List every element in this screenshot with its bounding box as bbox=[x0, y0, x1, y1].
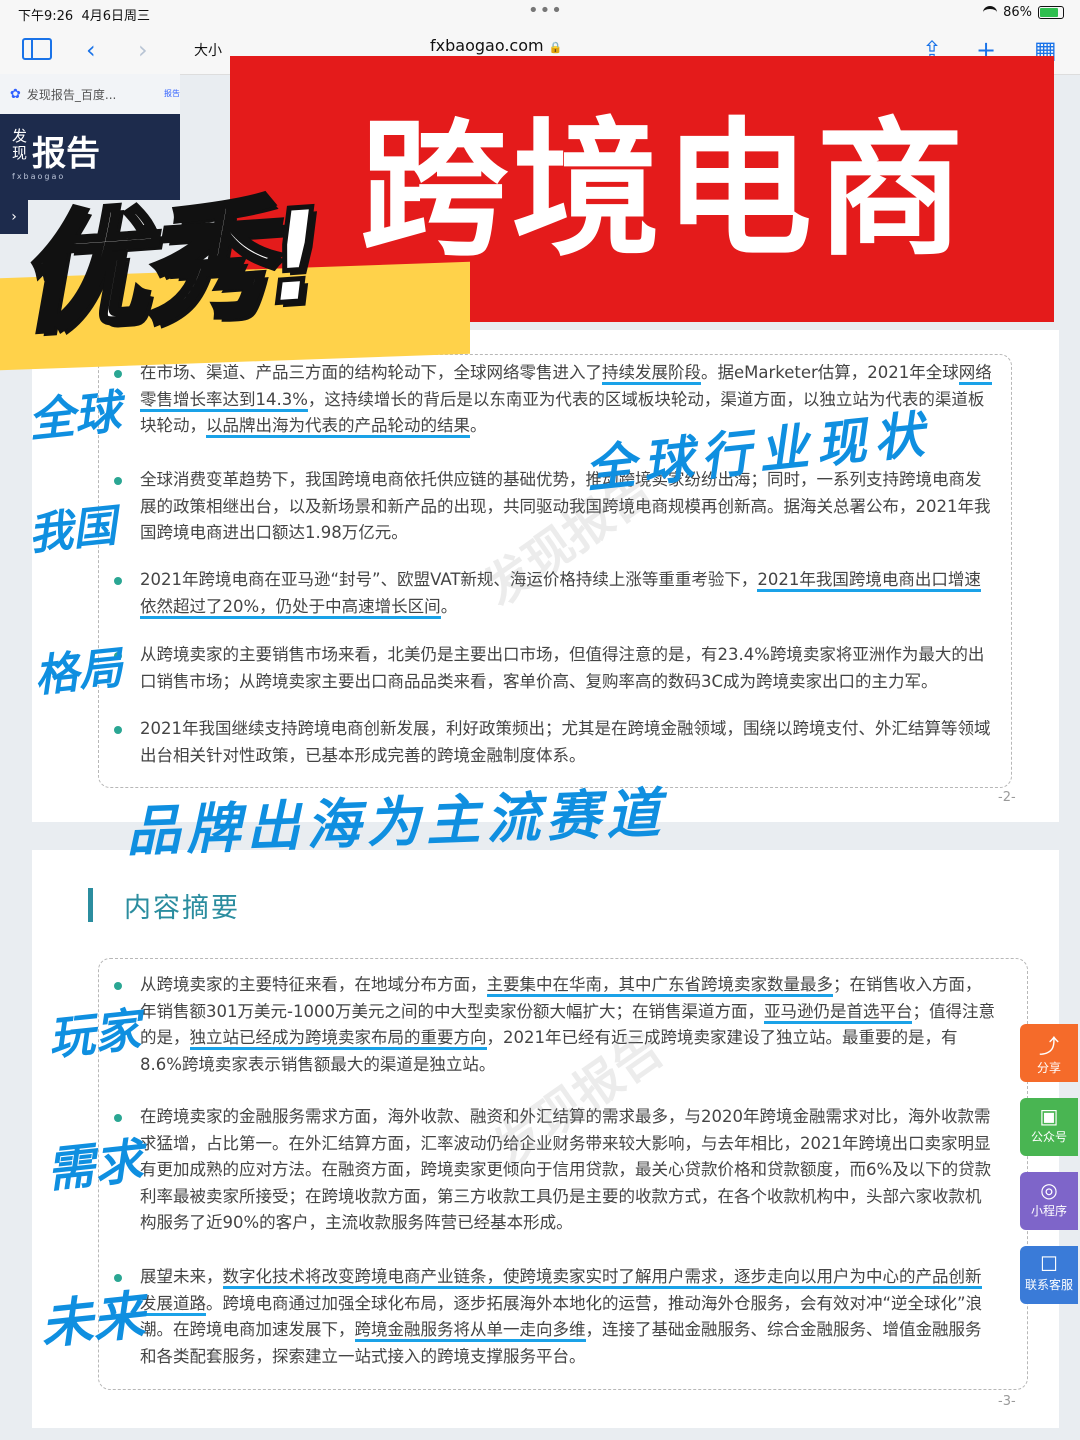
battery-percent: 86% bbox=[1003, 5, 1032, 20]
share-button[interactable]: ⤴ 分享 bbox=[1020, 1024, 1078, 1082]
handwritten-note: 玩家 bbox=[45, 1002, 143, 1066]
share-icon: ⤴ bbox=[1039, 1034, 1059, 1058]
address-bar[interactable]: fxbaogao.com 🔒 bbox=[430, 36, 562, 55]
baidu-paw-icon: ✿ bbox=[10, 87, 21, 102]
tab-badge: 报告 bbox=[164, 89, 180, 98]
headset-icon: ☐ bbox=[1040, 1252, 1058, 1276]
site-logo[interactable]: 发现 报告 fxbaogao bbox=[0, 114, 180, 200]
bullet-item: 2021年我国继续支持跨境电商创新发展，利好政策频出；尤其是在跨境金融领域，围绕… bbox=[114, 716, 996, 769]
multitask-dots[interactable]: ••• bbox=[528, 0, 563, 21]
mini-program-label: 小程序 bbox=[1030, 1204, 1067, 1218]
logo-sub-text: fxbaogao bbox=[12, 172, 66, 181]
lock-icon: 🔒 bbox=[548, 41, 563, 54]
banner-title: 跨境电商 bbox=[360, 104, 968, 276]
page-number: -3- bbox=[998, 1394, 1016, 1409]
qrcode-icon: ▣ bbox=[1039, 1104, 1059, 1128]
logo-big-text: 报告 bbox=[32, 134, 100, 174]
text-size-button[interactable]: 大小 bbox=[194, 40, 222, 60]
bullet-item: 展望未来，数字化技术将改变跨境电商产业链条，使跨境卖家实时了解用户需求，逐步走向… bbox=[114, 1264, 996, 1370]
handwritten-note: 我国 bbox=[26, 500, 119, 561]
customer-service-button[interactable]: ☐ 联系客服 bbox=[1020, 1246, 1078, 1304]
back-icon[interactable]: ‹ bbox=[86, 36, 96, 64]
share-label: 分享 bbox=[1036, 1061, 1061, 1075]
handwritten-note: 全球 bbox=[25, 384, 123, 448]
page-number: -2- bbox=[998, 790, 1016, 805]
bullet-item: 从跨境卖家的主要特征来看，在地域分布方面，主要集中在华南，其中广东省跨境卖家数量… bbox=[114, 972, 996, 1078]
handwritten-note: 需求 bbox=[43, 1133, 146, 1199]
status-right: 86% bbox=[983, 5, 1064, 20]
customer-service-label: 联系客服 bbox=[1024, 1278, 1073, 1292]
status-bar: 下午9:26 4月6日周三 ••• 86% bbox=[0, 0, 1080, 26]
sticker-text: 优秀! bbox=[11, 179, 328, 354]
forward-icon[interactable]: › bbox=[138, 36, 148, 64]
tab-title: 发现报告_百度... bbox=[26, 88, 117, 102]
section-title: 内容摘要 bbox=[88, 886, 240, 925]
tab-baidu[interactable]: ✿ 发现报告_百度... bbox=[10, 86, 116, 103]
tab-strip: ✿ 发现报告_百度... 报告 bbox=[0, 74, 180, 114]
sidebar-toggle-icon[interactable] bbox=[22, 38, 52, 60]
status-time: 下午9:26 4月6日周三 bbox=[18, 9, 151, 24]
mini-program-icon: ◎ bbox=[1040, 1178, 1058, 1202]
bullet-item: 从跨境卖家的主要销售市场来看，北美仍是主要出口市场，但值得注意的是，有23.4%… bbox=[114, 642, 996, 695]
official-account-label: 公众号 bbox=[1030, 1130, 1067, 1144]
mini-program-button[interactable]: ◎ 小程序 bbox=[1020, 1172, 1078, 1230]
handwritten-note: 格局 bbox=[32, 642, 125, 703]
battery-icon bbox=[1038, 6, 1064, 19]
official-account-button[interactable]: ▣ 公众号 bbox=[1020, 1098, 1078, 1156]
wifi-icon bbox=[983, 6, 998, 19]
handwritten-note: 未来 bbox=[37, 1284, 148, 1357]
logo-small-text: 发现 bbox=[12, 127, 28, 162]
